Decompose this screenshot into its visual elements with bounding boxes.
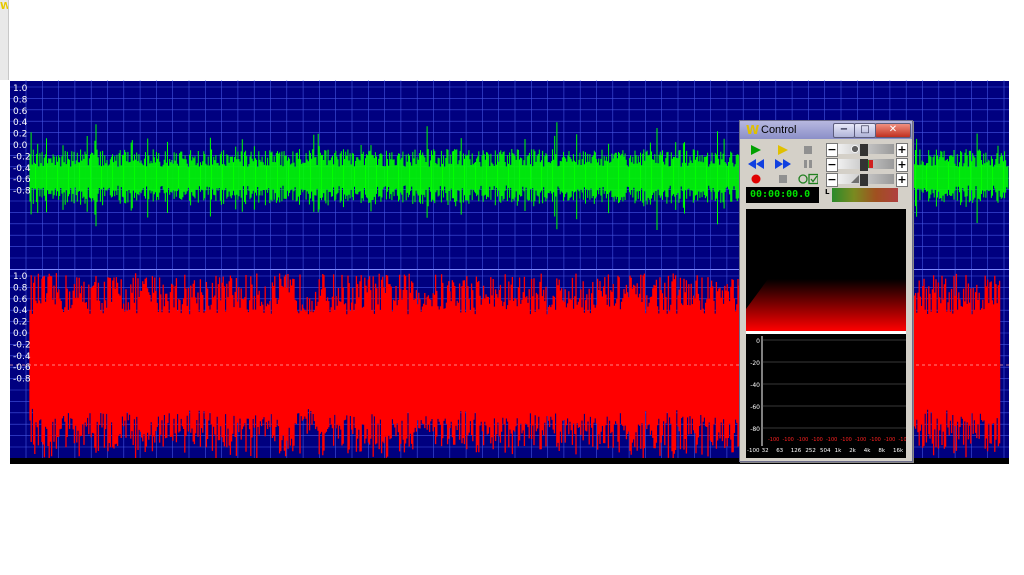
spectrum-band-value: -100 [884,437,895,443]
y-tick-label-bottom: -0.8 [13,375,31,385]
spectrum-db-label: -40 [750,382,760,389]
spectrum-db-label: -80 [750,426,760,433]
meter-clip-indicator [900,188,905,202]
y-tick-label-bottom: 0.2 [13,318,27,328]
spectrum-frequency-label: 32 [762,448,769,454]
spectrum-frequency-label: 63 [776,448,783,454]
balance-track[interactable] [838,159,894,171]
app-icon-strip: W [0,0,9,80]
y-tick-label-top: -0.4 [13,164,31,174]
spectrum-band-value: -100 [899,437,907,443]
spectrum-db-label: -60 [750,404,760,411]
control-logo-icon: W [746,123,760,137]
y-tick-label-top: -0.2 [13,152,31,162]
stop-icon [804,145,812,154]
spectrum-db-label: -20 [750,360,760,367]
record-stop-button[interactable] [773,172,793,185]
level-meter [832,188,898,202]
y-tick-label-top: -0.6 [13,175,31,185]
y-tick-label-top: 0.4 [13,118,28,128]
volume-minus-button[interactable]: − [826,143,838,157]
y-tick-label-top: 0.0 [13,141,28,151]
y-tick-label-bottom: 0.4 [13,306,28,316]
spectrum-band-value: -100 [797,437,808,443]
spectrum-band-value: -100 [812,437,823,443]
y-tick-label-bottom: 0.0 [13,329,28,339]
rewind-button[interactable] [746,157,766,170]
y-tick-label-bottom: 0.8 [13,283,28,293]
balance-plus-button[interactable]: + [896,158,908,172]
spectrum-band-value: -100 [841,437,852,443]
volume-slider[interactable]: − + [826,143,908,157]
rewind-icon [748,158,764,169]
spectrum-analyzer: 0 -20 -40 -60 -80 -100 -100 -100 -100 -100 -100 -10… [746,334,910,458]
y-tick-label-top: 1.0 [13,84,28,94]
spectrum-frequency-label: 504 [820,448,831,454]
speed-minus-button[interactable]: − [826,173,838,187]
speed-icon [851,175,859,183]
y-tick-label-bottom: 1.0 [13,272,28,282]
control-titlebar[interactable]: W Control − □ ✕ [740,121,912,139]
spectrum-frequency-label: 126 [791,448,802,454]
loop-options-button[interactable] [798,172,818,185]
close-button[interactable]: ✕ [875,123,911,138]
volume-thumb[interactable] [860,144,868,156]
control-title: Control [761,124,797,136]
stop-icon [779,174,787,183]
play-icon [751,144,761,155]
minimize-button[interactable]: − [833,123,855,138]
spectrum-frequency-label: 2k [849,448,856,454]
balance-slider[interactable]: − + [826,158,908,172]
y-tick-label-bottom: -0.4 [13,352,31,362]
spectrum-band-value: -100 [870,437,881,443]
spectrum-band-value: -100 [826,437,837,443]
time-display: 00:00:00.0 [750,189,811,200]
fast-forward-icon [775,158,791,169]
spectrum-frequency-label: -100 [747,448,760,454]
spectrum-band-value: -100 [783,437,794,443]
oscilloscope-display [746,209,906,331]
speed-track[interactable] [838,174,894,186]
spectrum-band-value: -100 [855,437,866,443]
speaker-icon [851,145,859,153]
volume-plus-button[interactable]: + [896,143,908,157]
play-button[interactable] [746,143,766,156]
pause-button[interactable] [798,157,818,170]
y-tick-label-top: 0.6 [13,107,28,117]
speed-plus-button[interactable]: + [896,173,908,187]
spectrum-frequency-label: 1k [835,448,842,454]
spectrum-band-value: -100 [768,437,779,443]
fast-forward-button[interactable] [773,157,793,170]
app-logo-icon: W [0,1,8,12]
stop-button[interactable] [798,143,818,156]
oscilloscope-canvas [746,279,906,331]
speed-thumb[interactable] [860,174,868,186]
y-tick-label-top: 0.8 [13,95,28,105]
spectrum-frequency-label: 8k [878,448,885,454]
record-button[interactable] [746,172,766,185]
spectrum-frequency-label: 16k [893,448,904,454]
y-tick-label-bottom: 0.6 [13,295,28,305]
time-display-box: 00:00:00.0 [746,187,819,203]
play-loop-icon [778,144,788,155]
volume-track[interactable] [838,144,894,156]
spectrum-db-label: 0 [756,338,760,345]
spectrum-frequency-label: 252 [805,448,816,454]
loop-check-icon [798,173,818,184]
record-icon [751,174,761,183]
y-tick-label-bottom: -0.6 [13,363,31,373]
balance-thumb[interactable] [860,159,868,171]
y-tick-label-top: 0.2 [13,130,27,140]
pause-icon [804,159,812,168]
balance-minus-button[interactable]: − [826,158,838,172]
spectrum-frequency-label: 4k [864,448,871,454]
y-tick-label-bottom: -0.2 [13,340,31,350]
play-selection-button[interactable] [773,143,793,156]
y-tick-label-top: -0.8 [13,187,31,197]
spectrum-canvas: 0-20-40-60-80-100 -100 -100 -100 -100 -100 -10… [747,336,910,454]
control-window[interactable]: W Control − □ ✕ − + − + − + 00:00:00.0 L… [739,120,913,462]
maximize-button[interactable]: □ [854,123,876,138]
speed-slider[interactable]: − + [826,173,908,187]
